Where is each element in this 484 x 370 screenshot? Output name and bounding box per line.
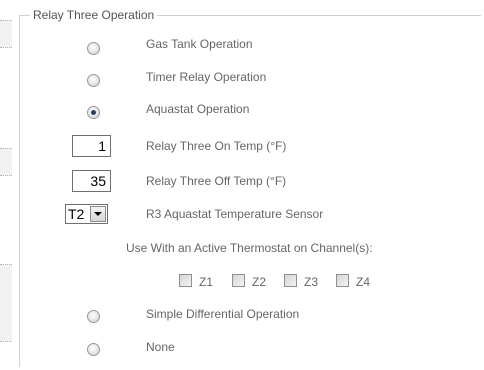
relay-three-on-temp-label: Relay Three On Temp (°F) (146, 139, 287, 153)
channel-z4-checkbox[interactable] (336, 274, 349, 287)
channel-z1-label: Z1 (199, 275, 214, 289)
aquastat-sensor-select[interactable]: T2 (65, 204, 108, 224)
gas-tank-operation-label: Gas Tank Operation (146, 37, 253, 51)
page-edge-fragment (0, 20, 12, 48)
timer-relay-operation-radio[interactable] (87, 74, 100, 87)
channel-z4-label: Z4 (356, 275, 371, 289)
channel-z3-label: Z3 (304, 275, 319, 289)
relay-three-off-temp-label: Relay Three Off Temp (°F) (146, 174, 287, 188)
channel-z1-checkbox[interactable] (179, 274, 192, 287)
simple-differential-operation-radio[interactable] (87, 310, 100, 323)
chevron-down-icon[interactable] (90, 206, 106, 222)
simple-differential-operation-label: Simple Differential Operation (146, 307, 300, 321)
aquastat-operation-radio[interactable] (87, 106, 100, 119)
channel-z2-checkbox[interactable] (232, 274, 245, 287)
page-edge-fragment (0, 148, 12, 176)
relay-three-off-temp-input[interactable] (72, 170, 111, 192)
timer-relay-operation-label: Timer Relay Operation (146, 70, 267, 84)
aquastat-sensor-label: R3 Aquastat Temperature Sensor (146, 207, 324, 221)
page-edge-fragment (0, 264, 12, 342)
aquastat-operation-label: Aquastat Operation (146, 102, 250, 116)
channel-z3-checkbox[interactable] (284, 274, 297, 287)
thermostat-channels-heading: Use With an Active Thermostat on Channel… (126, 241, 373, 255)
none-label: None (146, 340, 175, 354)
channel-z2-label: Z2 (252, 275, 267, 289)
aquastat-sensor-selected-value: T2 (68, 206, 85, 222)
group-legend: Relay Three Operation (30, 8, 158, 22)
relay-three-on-temp-input[interactable] (72, 135, 111, 157)
gas-tank-operation-radio[interactable] (87, 42, 100, 55)
none-radio[interactable] (87, 343, 100, 356)
